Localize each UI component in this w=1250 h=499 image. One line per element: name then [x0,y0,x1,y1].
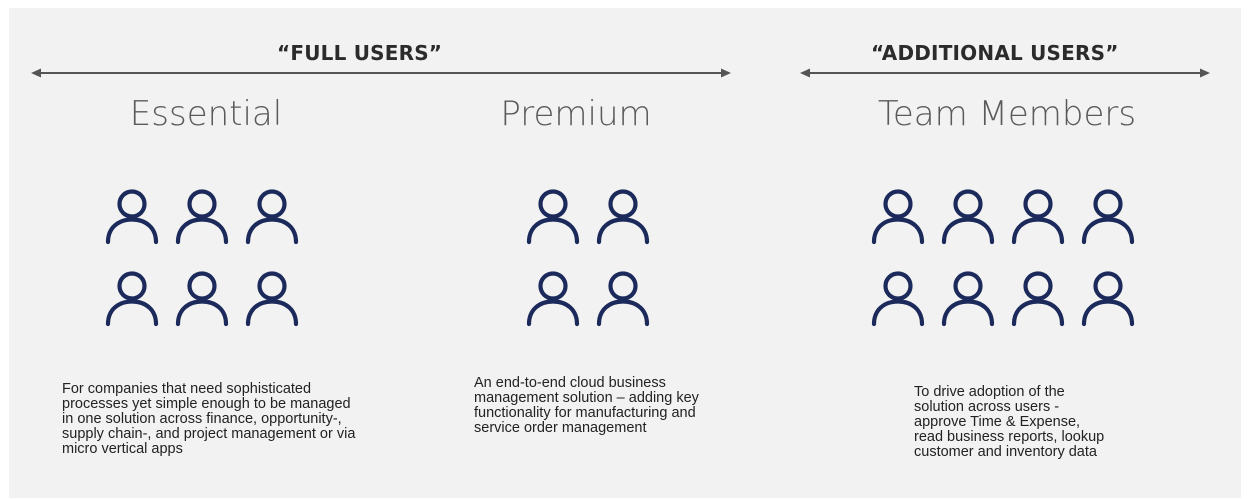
description-line: approve Time & Expense, [914,414,1081,430]
premium-description: An end-to-end cloud business management … [474,376,699,436]
user-outline-icon [941,189,995,245]
user-outline-icon [245,189,299,245]
additional-users-label: “ADDITIONAL USERS” [871,41,1119,65]
team-members-user-icons [869,188,1149,338]
user-outline-icon [1081,271,1135,327]
user-outline-icon [871,271,925,327]
user-outline-icon [245,271,299,327]
description-line: solution across users - [914,399,1060,415]
additional-users-span-arrow [800,68,1210,78]
user-outline-icon [596,271,650,327]
premium-user-icons [524,188,664,338]
essential-user-icons [103,188,313,338]
user-outline-icon [1011,189,1065,245]
description-line: supply chain-, and project management or… [62,426,356,442]
team-members-description: To drive adoption of the solution across… [914,385,1104,460]
description-line: For companies that need sophisticated [62,381,312,397]
description-line: An end-to-end cloud business [474,375,666,391]
user-outline-icon [1081,189,1135,245]
user-outline-icon [941,271,995,327]
user-outline-icon [526,271,580,327]
user-outline-icon [175,189,229,245]
description-line: functionality for manufacturing and [474,405,696,421]
description-line: in one solution across finance, opportun… [62,411,342,427]
description-line: micro vertical apps [62,441,183,457]
user-outline-icon [175,271,229,327]
full-users-label: “FULL USERS” [277,41,443,65]
user-outline-icon [526,189,580,245]
description-line: To drive adoption of the [914,384,1065,400]
description-line: read business reports, lookup [914,429,1105,445]
tier-title-team-members: Team Members [877,94,1137,134]
description-line: customer and inventory data [914,444,1097,460]
licensing-diagram: “FULL USERS” “ADDITIONAL USERS” Essentia… [9,8,1241,498]
description-line: service order management [474,420,647,436]
user-outline-icon [596,189,650,245]
essential-description: For companies that need sophisticated pr… [62,382,355,457]
user-outline-icon [1011,271,1065,327]
user-outline-icon [871,189,925,245]
tier-title-essential: Essential [129,94,283,134]
user-outline-icon [105,271,159,327]
tier-title-premium: Premium [500,94,652,134]
description-line: processes yet simple enough to be manage… [62,396,351,412]
user-outline-icon [105,189,159,245]
full-users-span-arrow [31,68,731,78]
description-line: management solution – adding key [474,390,699,406]
